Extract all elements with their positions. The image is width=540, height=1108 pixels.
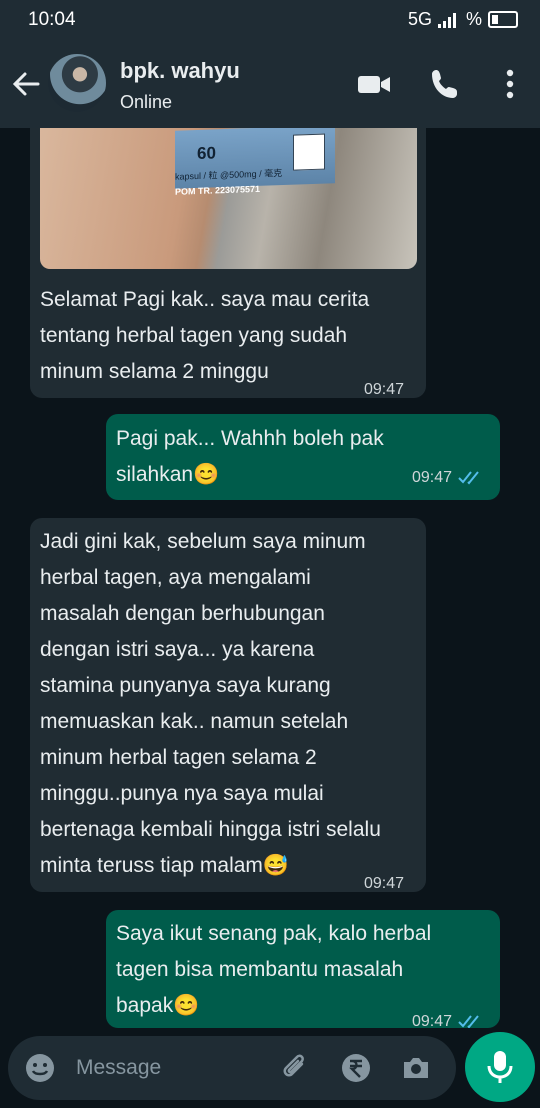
network-label: 5G bbox=[407, 9, 432, 29]
rupee-icon[interactable] bbox=[340, 1052, 372, 1084]
read-ticks-icon bbox=[458, 1015, 479, 1028]
battery-percent-symbol: % bbox=[465, 9, 482, 29]
message-line: minggu..punya nya saya mulai bbox=[40, 782, 324, 805]
message-line: bertenaga kembali hingga istri selalu bbox=[40, 818, 381, 841]
message-time: 09:47 bbox=[364, 381, 405, 398]
message-line: Saya ikut senang pak, kalo herbal bbox=[116, 922, 432, 945]
message-line: Selamat Pagi kak.. saya mau cerita bbox=[40, 288, 370, 311]
message-bubble-outgoing[interactable]: Pagi pak... Wahhh boleh pak silahkan😊 09… bbox=[106, 414, 500, 500]
contact-status: Online bbox=[120, 92, 173, 112]
product-registration: POM TR. 223075571 bbox=[175, 183, 261, 197]
message-bubble-incoming[interactable]: Jadi gini kak, sebelum saya minum herbal… bbox=[30, 518, 426, 892]
message-text: Pagi pak... Wahhh boleh pak silahkan😊 bbox=[116, 421, 384, 493]
chat-header: bpk. wahyu Online bbox=[0, 40, 540, 128]
message-time: 09:47 bbox=[364, 875, 405, 892]
message-line: tentang herbal tagen yang sudah bbox=[40, 324, 348, 347]
product-box: 60 kapsul / 粒 @500mg / 毫克 POM TR. 223075… bbox=[175, 128, 335, 197]
message-line: herbal tagen, aya mengalami bbox=[40, 566, 311, 589]
video-call-icon[interactable] bbox=[356, 66, 392, 102]
message-meta: 09:47 bbox=[412, 1004, 482, 1028]
message-text: Selamat Pagi kak.. saya mau cerita tenta… bbox=[40, 282, 420, 390]
message-line: Jadi gini kak, sebelum saya minum bbox=[40, 530, 366, 553]
message-line: Pagi pak... Wahhh boleh pak bbox=[116, 427, 384, 450]
message-line: dengan istri saya... ya karena bbox=[40, 638, 315, 661]
camera-icon[interactable] bbox=[400, 1052, 432, 1084]
arrow-left-icon[interactable] bbox=[10, 67, 42, 101]
message-line: minta teruss tiap malam😅 bbox=[40, 854, 290, 877]
message-line: minum selama 2 minggu bbox=[40, 360, 269, 383]
message-line: tagen bisa membantu masalah bbox=[116, 958, 404, 981]
message-input-field[interactable]: Message bbox=[8, 1036, 456, 1100]
paperclip-icon[interactable] bbox=[280, 1052, 312, 1084]
message-photo[interactable]: 60 kapsul / 粒 @500mg / 毫克 POM TR. 223075… bbox=[40, 128, 417, 269]
chat-area[interactable]: 60 kapsul / 粒 @500mg / 毫克 POM TR. 223075… bbox=[0, 128, 540, 1028]
message-line: silahkan😊 bbox=[116, 463, 220, 486]
message-line: bapak😊 bbox=[116, 994, 200, 1017]
message-text: Saya ikut senang pak, kalo herbal tagen … bbox=[116, 916, 431, 1024]
contact-name[interactable]: bpk. wahyu bbox=[120, 58, 240, 84]
message-meta: 09:47 bbox=[412, 460, 482, 496]
message-bubble-outgoing[interactable]: Saya ikut senang pak, kalo herbal tagen … bbox=[106, 910, 500, 1028]
more-vert-icon[interactable] bbox=[492, 66, 528, 102]
message-text: Jadi gini kak, sebelum saya minum herbal… bbox=[40, 524, 381, 884]
read-ticks-icon bbox=[458, 471, 479, 485]
mic-button[interactable] bbox=[465, 1032, 535, 1102]
status-time: 10:04 bbox=[28, 9, 76, 30]
message-input[interactable]: Message bbox=[76, 1056, 161, 1080]
message-line: memuaskan kak.. namun setelah bbox=[40, 710, 349, 733]
emoji-icon[interactable] bbox=[24, 1052, 56, 1084]
message-line: stamina punyanya saya kurang bbox=[40, 674, 331, 697]
mic-icon bbox=[487, 1051, 513, 1083]
halal-logo bbox=[293, 133, 325, 171]
message-time: 09:47 bbox=[412, 469, 453, 486]
signal-icon bbox=[437, 12, 460, 28]
message-time: 09:47 bbox=[412, 1013, 453, 1028]
message-line: masalah dengan berhubungan bbox=[40, 602, 325, 625]
message-bubble-incoming[interactable]: 60 kapsul / 粒 @500mg / 毫克 POM TR. 223075… bbox=[30, 128, 426, 398]
phone-icon[interactable] bbox=[428, 66, 464, 102]
status-bar: 10:04 5G % bbox=[0, 0, 540, 40]
status-indicators: 5G % bbox=[408, 9, 518, 30]
composer-bar: Message bbox=[0, 1028, 540, 1108]
battery-icon bbox=[488, 11, 518, 28]
message-line: minum herbal tagen selama 2 bbox=[40, 746, 317, 769]
avatar[interactable] bbox=[48, 54, 106, 112]
